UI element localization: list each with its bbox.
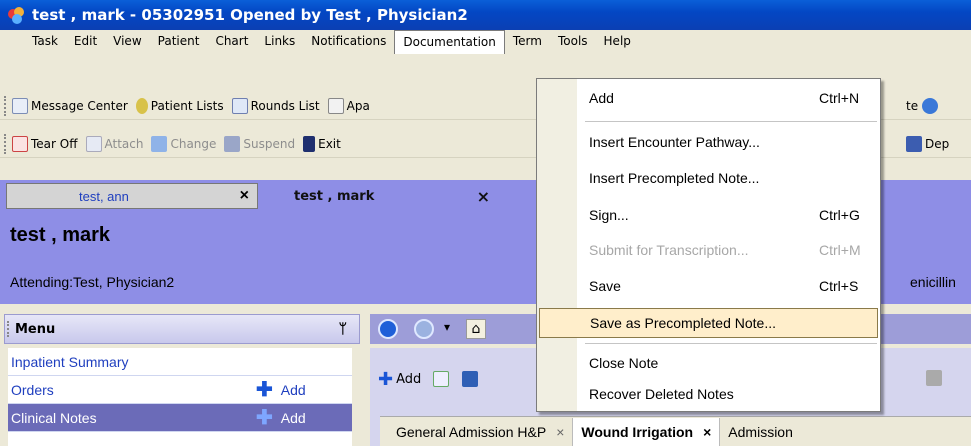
menu-edit[interactable]: Edit	[66, 31, 105, 51]
pin-icon[interactable]: ᛘ	[339, 321, 347, 337]
camera-icon[interactable]	[926, 370, 942, 386]
tear-off-icon	[12, 135, 28, 152]
menu-documentation[interactable]: Documentation	[394, 30, 505, 54]
doc-menu-add[interactable]: Add Ctrl+N	[537, 83, 880, 113]
menu-separator	[585, 343, 877, 344]
doc-menu-close-note[interactable]: Close Note	[537, 348, 880, 378]
suspend-button[interactable]: Suspend	[224, 135, 295, 152]
menu-view[interactable]: View	[105, 31, 149, 51]
notes-toolbar: ✚ Add	[378, 362, 481, 396]
rounds-list-button[interactable]: Rounds List	[231, 97, 320, 114]
menu-item-clinical-notes[interactable]: Clinical Notes ✚ Add	[8, 404, 352, 432]
pane-grip[interactable]	[7, 321, 11, 337]
back-icon[interactable]	[378, 319, 398, 339]
doc-menu-submit-for-transcription: Submit for Transcription... Ctrl+M	[589, 242, 861, 258]
add-note-button[interactable]: ✚ Add	[378, 369, 421, 390]
menu-item-orders[interactable]: Orders ✚ Add	[8, 376, 352, 404]
dep-icon	[906, 135, 922, 152]
doc-menu-sign[interactable]: Sign... Ctrl+G	[537, 200, 880, 230]
window-title: test , mark - 05302951 Opened by Test , …	[32, 6, 468, 24]
suspend-icon	[224, 135, 241, 152]
plus-icon: ✚	[256, 406, 273, 429]
toolbar-grip[interactable]	[4, 133, 8, 154]
save-icon[interactable]	[462, 371, 479, 387]
tear-off-button[interactable]: Tear Off	[12, 135, 78, 152]
home-icon[interactable]: ⌂	[466, 319, 486, 339]
toolbar-trailing-button[interactable]: te	[906, 97, 941, 114]
add-orders-button[interactable]: ✚ Add	[256, 380, 306, 400]
menu-notifications[interactable]: Notifications	[303, 31, 394, 51]
forward-icon[interactable]	[414, 319, 434, 339]
magnifier-icon	[922, 97, 939, 114]
patient-lists-button[interactable]: Patient Lists	[135, 97, 224, 114]
menu-task[interactable]: Task	[24, 31, 66, 51]
doc-tab-wound-irrigation[interactable]: Wound Irrigation ×	[573, 417, 721, 446]
select-icon[interactable]	[433, 371, 450, 387]
documentation-menu: Add Ctrl+N Insert Encounter Pathway... I…	[536, 78, 881, 412]
rounds-list-icon	[231, 97, 248, 114]
menu-patient[interactable]: Patient	[150, 31, 208, 51]
chart-icon	[327, 97, 344, 114]
doc-menu-save-as-precompleted-note[interactable]: Save as Precompleted Note...	[539, 308, 878, 338]
change-icon	[151, 135, 168, 152]
plus-icon: ✚	[256, 378, 273, 401]
apache-button[interactable]: Apa	[327, 97, 370, 114]
menu-bar: Task Edit View Patient Chart Links Notif…	[0, 30, 971, 54]
close-tab-icon[interactable]: ×	[240, 187, 249, 205]
menu-tools[interactable]: Tools	[550, 31, 596, 51]
doc-menu-recover-deleted-notes[interactable]: Recover Deleted Notes	[537, 379, 880, 409]
doc-menu-save[interactable]: Save Ctrl+S	[537, 271, 880, 301]
attach-icon	[85, 135, 102, 152]
doc-tab-admission[interactable]: Admission	[720, 418, 801, 446]
menu-pane-header: Menu ᛘ	[4, 314, 360, 344]
doc-menu-insert-encounter-pathway[interactable]: Insert Encounter Pathway...	[537, 127, 880, 157]
menu-help[interactable]: Help	[596, 31, 639, 51]
patient-lists-icon	[135, 97, 148, 114]
exit-button[interactable]: Exit	[303, 135, 341, 152]
attending-physician: Attending:Test, Physician2	[10, 274, 175, 290]
menu-separator	[585, 121, 877, 122]
change-button[interactable]: Change	[151, 135, 216, 152]
doc-tab-general-admission[interactable]: General Admission H&P ×	[380, 417, 574, 446]
attach-button[interactable]: Attach	[85, 135, 143, 152]
menu-item-inpatient-summary[interactable]: Inpatient Summary	[8, 348, 352, 376]
add-clinical-notes-button[interactable]: ✚ Add	[256, 408, 306, 428]
menu-links[interactable]: Links	[256, 31, 303, 51]
patient-tab-test-mark[interactable]: test , mark ×	[262, 183, 498, 209]
title-bar: test , mark - 05302951 Opened by Test , …	[0, 0, 971, 30]
plus-icon: ✚	[378, 368, 394, 390]
message-icon	[12, 97, 28, 114]
menu-chart[interactable]: Chart	[207, 31, 256, 51]
patient-tab-test-ann[interactable]: test, ann ×	[6, 183, 258, 209]
message-center-button[interactable]: Message Center	[12, 97, 128, 114]
close-tab-icon[interactable]: ×	[703, 424, 711, 440]
document-tab-strip: General Admission H&P × Wound Irrigation…	[380, 416, 971, 446]
menu-list: Inpatient Summary Orders ✚ Add Clinical …	[8, 348, 352, 446]
toolbar-grip[interactable]	[4, 95, 8, 116]
close-tab-icon[interactable]: ×	[477, 187, 490, 206]
nav-dropdown-icon[interactable]: ▾	[444, 320, 450, 334]
exit-icon	[303, 135, 316, 152]
app-logo-icon	[6, 5, 28, 25]
doc-menu-insert-precompleted-note[interactable]: Insert Precompleted Note...	[537, 163, 880, 193]
close-tab-icon[interactable]: ×	[556, 424, 564, 440]
menu-term[interactable]: Term	[505, 31, 550, 51]
menu-pane-title: Menu	[15, 321, 56, 337]
dep-button[interactable]: Dep	[906, 135, 949, 152]
patient-name: test , mark	[10, 224, 111, 246]
allergy-text: enicillin	[910, 274, 956, 290]
